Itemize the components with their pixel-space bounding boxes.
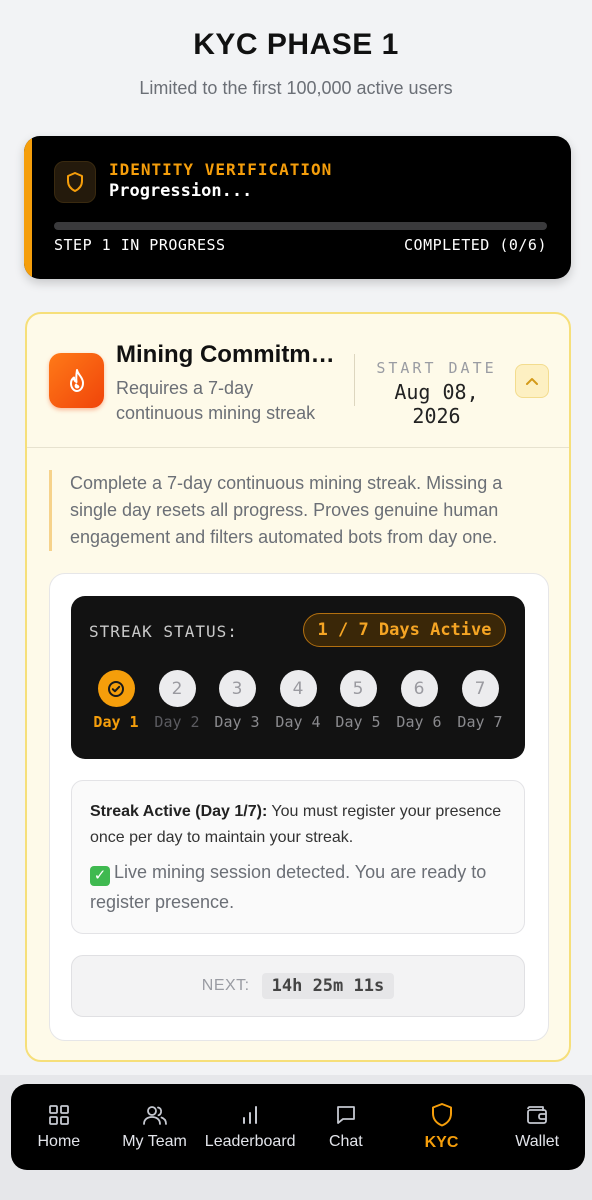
- day-3: 3 Day 3: [207, 670, 267, 731]
- nav-label: Leaderboard: [204, 1133, 296, 1150]
- day-label: Day 7: [457, 713, 503, 731]
- day-7: 7 Day 7: [450, 670, 510, 731]
- streak-status-label: STREAK STATUS:: [89, 622, 238, 641]
- day-4: 4 Day 4: [268, 670, 328, 731]
- day-label: Day 3: [214, 713, 260, 731]
- mining-card-header[interactable]: Mining Commitme... Requires a 7-day cont…: [27, 314, 569, 448]
- nav-leaderboard[interactable]: Leaderboard: [202, 1084, 298, 1170]
- day-5: 5 Day 5: [328, 670, 388, 731]
- streak-info-box: Streak Active (Day 1/7): You must regist…: [71, 780, 525, 934]
- nav-label: KYC: [424, 1134, 459, 1151]
- nav-home[interactable]: Home: [11, 1084, 107, 1170]
- identity-progress-bar: [54, 222, 547, 230]
- mining-explanation: Complete a 7-day continuous mining strea…: [49, 470, 549, 551]
- wallet-icon: [527, 1106, 548, 1124]
- start-date-label: START DATE: [376, 359, 497, 377]
- streak-status-panel: STREAK STATUS: 1 / 7 Days Active Day 1 2…: [71, 596, 525, 759]
- day-label: Day 6: [396, 713, 442, 731]
- identity-verification-card: IDENTITY VERIFICATION Progression... STE…: [24, 136, 571, 279]
- page-subtitle: Limited to the first 100,000 active user…: [139, 78, 453, 98]
- nav-label: Chat: [328, 1133, 363, 1150]
- shield-icon: [431, 1103, 452, 1127]
- day-number: 3: [218, 670, 256, 707]
- streak-container: STREAK STATUS: 1 / 7 Days Active Day 1 2…: [49, 573, 549, 1041]
- day-number: 7: [461, 670, 499, 707]
- chat-icon: [336, 1106, 355, 1124]
- day-number: 2: [158, 670, 196, 707]
- day-1: Day 1: [86, 670, 146, 731]
- day-label: Day 2: [154, 713, 200, 731]
- streak-info-text: Streak Active (Day 1/7): You must regist…: [90, 799, 506, 851]
- divider: [354, 354, 355, 406]
- next-timer: NEXT: 14h 25m 11s: [71, 955, 525, 1017]
- chevron-up-icon: [526, 377, 538, 385]
- nav-my-team[interactable]: My Team: [107, 1084, 203, 1170]
- day-label: Day 5: [335, 713, 381, 731]
- checkmark-icon: ✓: [90, 866, 110, 886]
- nav-kyc[interactable]: KYC: [394, 1084, 490, 1170]
- page-title: KYC PHASE 1: [193, 28, 399, 61]
- nav-label: My Team: [122, 1133, 187, 1150]
- countdown-value: 14h 25m 11s: [261, 973, 395, 999]
- day-number: 4: [279, 670, 317, 707]
- step-status: STEP 1 IN PROGRESS: [54, 236, 226, 254]
- mining-commitment-card: Mining Commitme... Requires a 7-day cont…: [25, 312, 571, 1062]
- day-label: Day 4: [275, 713, 321, 731]
- nav-wallet[interactable]: Wallet: [489, 1084, 585, 1170]
- nav-label: Wallet: [515, 1133, 560, 1150]
- streak-info-bold: Streak Active (Day 1/7):: [90, 803, 268, 820]
- session-status: ✓ Live mining session detected. You are r…: [90, 857, 506, 917]
- identity-status: Progression...: [109, 181, 253, 201]
- team-icon: [142, 1106, 167, 1125]
- day-6: 6 Day 6: [389, 670, 449, 731]
- day-number: 5: [339, 670, 377, 707]
- accent-stripe: [24, 136, 32, 279]
- fire-icon: [49, 353, 104, 408]
- home-grid-icon: [48, 1105, 69, 1125]
- identity-label: IDENTITY VERIFICATION: [109, 160, 333, 179]
- nav-label: Home: [37, 1133, 81, 1150]
- bottom-nav: Home My Team Leaderboard Chat KYC Wallet: [11, 1084, 585, 1170]
- start-date-value: Aug 08, 2026: [394, 380, 479, 428]
- day-2: 2 Day 2: [147, 670, 207, 731]
- shield-icon: [54, 161, 96, 203]
- next-label: NEXT:: [201, 977, 250, 994]
- check-circle-icon: [97, 670, 135, 707]
- mining-description: Requires a 7-day continuous mining strea…: [116, 378, 316, 423]
- mining-title: Mining Commitme...: [116, 341, 341, 368]
- completed-count: COMPLETED (0/6): [404, 236, 547, 254]
- collapse-button[interactable]: [515, 364, 549, 398]
- day-number: 6: [400, 670, 438, 707]
- nav-chat[interactable]: Chat: [298, 1084, 394, 1170]
- session-status-text: Live mining session detected. You are re…: [90, 862, 487, 912]
- streak-badge: 1 / 7 Days Active: [303, 613, 506, 647]
- leaderboard-icon: [243, 1106, 258, 1124]
- day-label: Day 1: [93, 713, 139, 731]
